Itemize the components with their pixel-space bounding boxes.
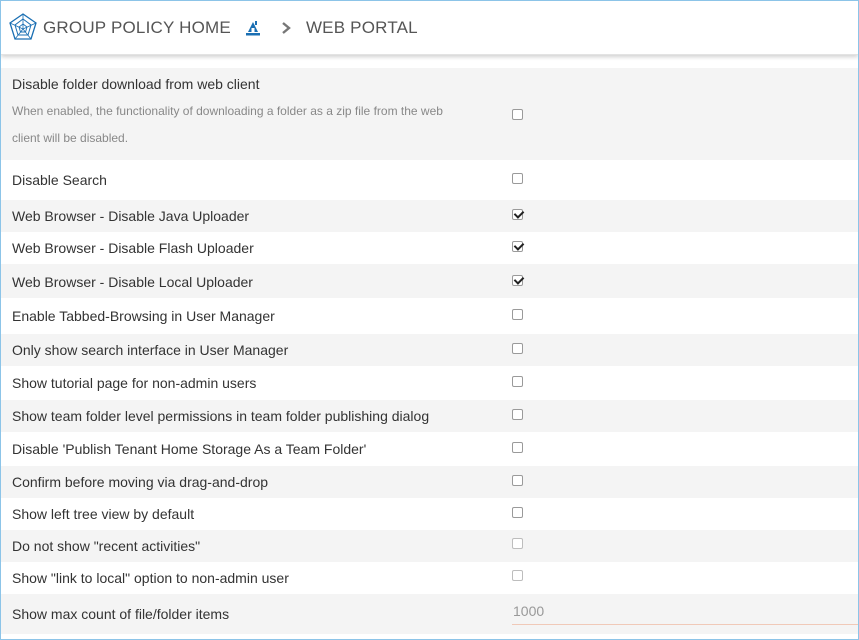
setting-checkbox[interactable]: [512, 475, 523, 486]
setting-label: Web Browser - Disable Local Uploader: [12, 274, 253, 290]
breadcrumb-home[interactable]: GROUP POLICY HOME: [43, 18, 231, 38]
setting-checkbox[interactable]: [512, 173, 523, 184]
setting-checkbox[interactable]: [512, 343, 523, 354]
setting-row: Web Browser - Disable Java Uploader: [1, 200, 858, 232]
setting-checkbox[interactable]: [512, 409, 523, 420]
max-count-input[interactable]: [512, 598, 858, 625]
setting-label: Show team folder level permissions in te…: [12, 408, 430, 424]
setting-checkbox[interactable]: [512, 376, 523, 387]
setting-row: Web Browser - Disable Local Uploader: [1, 264, 858, 298]
breadcrumb-header: GROUP POLICY HOME WEB PORTAL: [1, 1, 858, 55]
app-frame: GROUP POLICY HOME WEB PORTAL Disable fol…: [0, 0, 859, 640]
setting-row: Web Browser - Disable Flash Uploader: [1, 232, 858, 264]
setting-row: Disable Search: [1, 160, 858, 200]
setting-label: Disable folder download from web client: [12, 76, 260, 92]
setting-row: Show left tree view by default: [1, 498, 858, 530]
setting-label: Web Browser - Disable Java Uploader: [12, 208, 250, 224]
setting-label: Confirm before moving via drag-and-drop: [12, 474, 269, 490]
setting-checkbox[interactable]: [512, 442, 523, 453]
setting-label: Show left tree view by default: [12, 506, 195, 522]
setting-row: Only show search interface in User Manag…: [1, 334, 858, 366]
setting-label: Show max count of file/folder items: [12, 606, 230, 622]
setting-checkbox[interactable]: [512, 309, 523, 320]
setting-label: Disable Search: [12, 172, 107, 188]
setting-checkbox[interactable]: [512, 570, 523, 581]
network-logo-icon: [7, 12, 39, 44]
setting-label: Enable Tabbed-Browsing in User Manager: [12, 308, 275, 324]
setting-row: Enable Tabbed-Browsing in User Manager: [1, 298, 858, 334]
setting-label: Disable 'Publish Tenant Home Storage As …: [12, 441, 367, 457]
home-icon[interactable]: [244, 19, 262, 37]
setting-label: Only show search interface in User Manag…: [12, 342, 289, 358]
setting-row: Disable folder download from web client …: [1, 68, 858, 160]
setting-label: Do not show "recent activities": [12, 538, 201, 554]
setting-label: Web Browser - Disable Flash Uploader: [12, 240, 254, 256]
setting-label: Show "link to local" option to non-admin…: [12, 570, 289, 586]
setting-row: Show "link to local" option to non-admin…: [1, 562, 858, 594]
setting-checkbox[interactable]: [512, 538, 523, 549]
setting-checkbox[interactable]: [512, 507, 523, 518]
setting-row: Confirm before moving via drag-and-drop: [1, 466, 858, 498]
setting-checkbox[interactable]: [512, 109, 523, 120]
setting-description: When enabled, the functionality of downl…: [12, 104, 443, 145]
setting-checkbox[interactable]: [512, 209, 523, 220]
setting-row: Show tutorial page for non-admin users: [1, 366, 858, 400]
setting-checkbox[interactable]: [512, 241, 523, 252]
setting-row: Do not show "recent activities": [1, 530, 858, 562]
setting-row: Show max count of file/folder items: [1, 594, 858, 634]
breadcrumb-current: WEB PORTAL: [305, 17, 418, 37]
setting-row: Disable 'Publish Tenant Home Storage As …: [1, 432, 858, 466]
setting-checkbox[interactable]: [512, 275, 523, 286]
chevron-right-icon: [280, 21, 292, 35]
setting-label: Show tutorial page for non-admin users: [12, 375, 257, 391]
setting-row: Show team folder level permissions in te…: [1, 400, 858, 432]
